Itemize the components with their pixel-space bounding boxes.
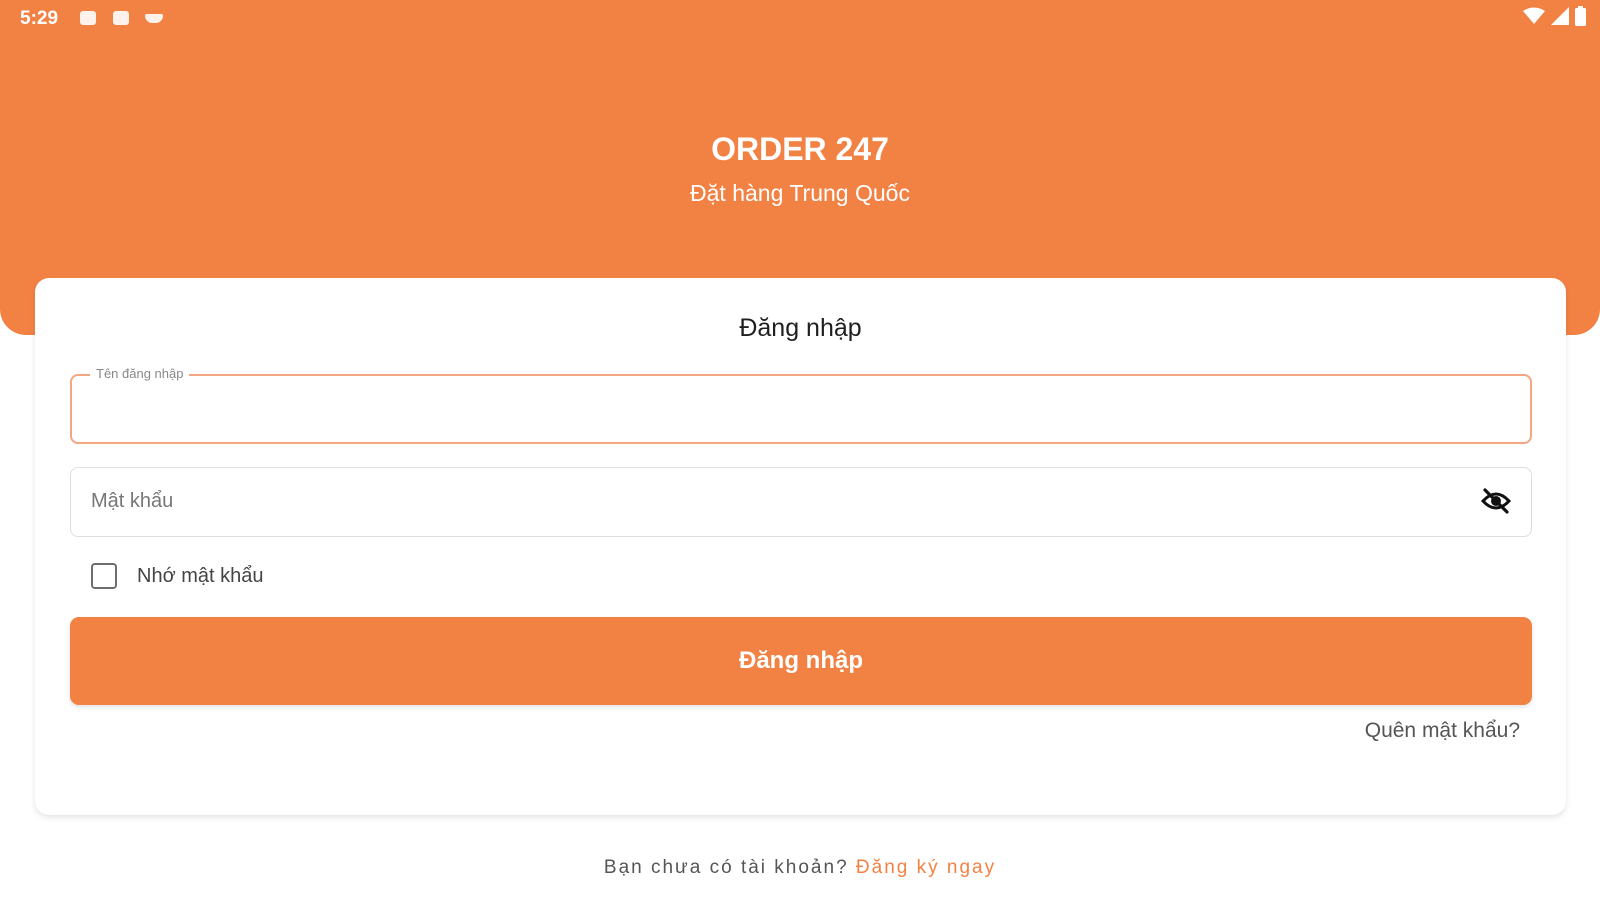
login-title: Đăng nhập: [739, 314, 862, 342]
app-notification-icon: [113, 11, 129, 25]
image-icon: [80, 11, 96, 25]
status-right-icons: [1523, 6, 1586, 26]
username-field[interactable]: Tên đăng nhập: [70, 366, 1532, 444]
register-link[interactable]: Đăng ký ngay: [856, 857, 996, 878]
password-field[interactable]: [70, 467, 1532, 537]
login-card: Đăng nhập Tên đăng nhập Nhớ mật khẩu Đăn…: [35, 278, 1566, 815]
wifi-icon: [1523, 7, 1545, 24]
username-input[interactable]: [92, 390, 1460, 428]
app-title: ORDER 247: [711, 131, 889, 167]
forgot-password-link[interactable]: Quên mật khẩu?: [1365, 719, 1520, 743]
password-input[interactable]: [91, 482, 1461, 520]
cloud-icon: [145, 14, 163, 23]
login-button[interactable]: Đăng nhập: [70, 617, 1532, 705]
signal-icon: [1551, 7, 1569, 25]
register-prompt: Bạn chưa có tài khoản? Đăng ký ngay: [0, 857, 1600, 879]
battery-icon: [1575, 6, 1586, 26]
app-subtitle: Đặt hàng Trung Quốc: [690, 180, 910, 206]
status-time: 5:29: [20, 8, 59, 29]
status-bar: 5:29: [0, 0, 1600, 36]
register-prompt-text: Bạn chưa có tài khoản?: [603, 857, 849, 878]
remember-label: Nhớ mật khẩu: [137, 564, 264, 587]
remember-password[interactable]: Nhớ mật khẩu: [91, 563, 264, 589]
username-label: Tên đăng nhập: [90, 366, 190, 381]
remember-checkbox[interactable]: [91, 563, 117, 589]
eye-off-icon[interactable]: [1479, 486, 1513, 516]
